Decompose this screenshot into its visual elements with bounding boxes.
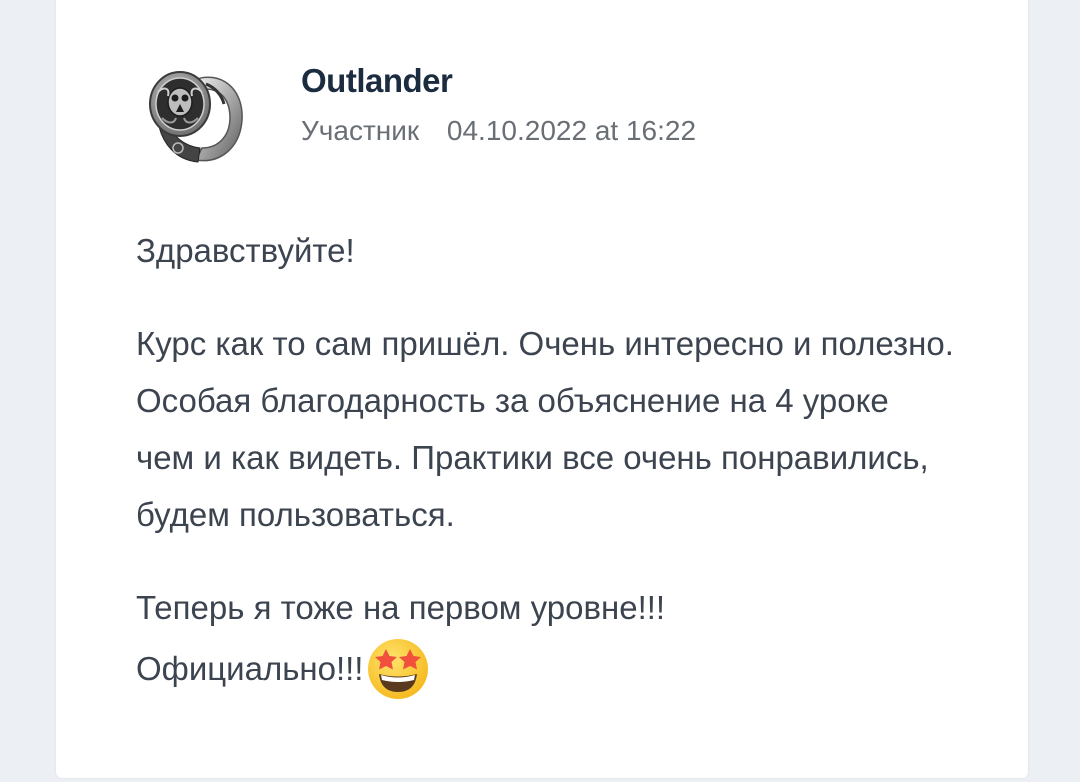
message-paragraph-level: Теперь я тоже на первом уровне!!! Официа… [136, 579, 956, 702]
message-line-official: Официально!!! [136, 650, 364, 687]
silver-ring-avatar-icon [149, 71, 243, 163]
author-name-link[interactable]: Outlander [301, 62, 453, 100]
post-message: Здравствуйте! Курс как то сам пришёл. Оч… [136, 222, 956, 702]
message-line-level: Теперь я тоже на первом уровне!!! [136, 589, 666, 626]
message-paragraph-body: Курс как то сам пришёл. Очень интересно … [136, 325, 954, 533]
avatar[interactable] [136, 52, 256, 172]
post-datetime[interactable]: 04.10.2022 at 16:22 [447, 115, 696, 146]
message-paragraph-greeting: Здравствуйте! [136, 232, 355, 269]
author-role: Участник [301, 115, 420, 146]
post-meta: Участник 04.10.2022 at 16:22 [301, 115, 696, 147]
post-card: Outlander Участник 04.10.2022 at 16:22 З… [56, 0, 1028, 778]
star-struck-emoji-icon [365, 636, 431, 702]
